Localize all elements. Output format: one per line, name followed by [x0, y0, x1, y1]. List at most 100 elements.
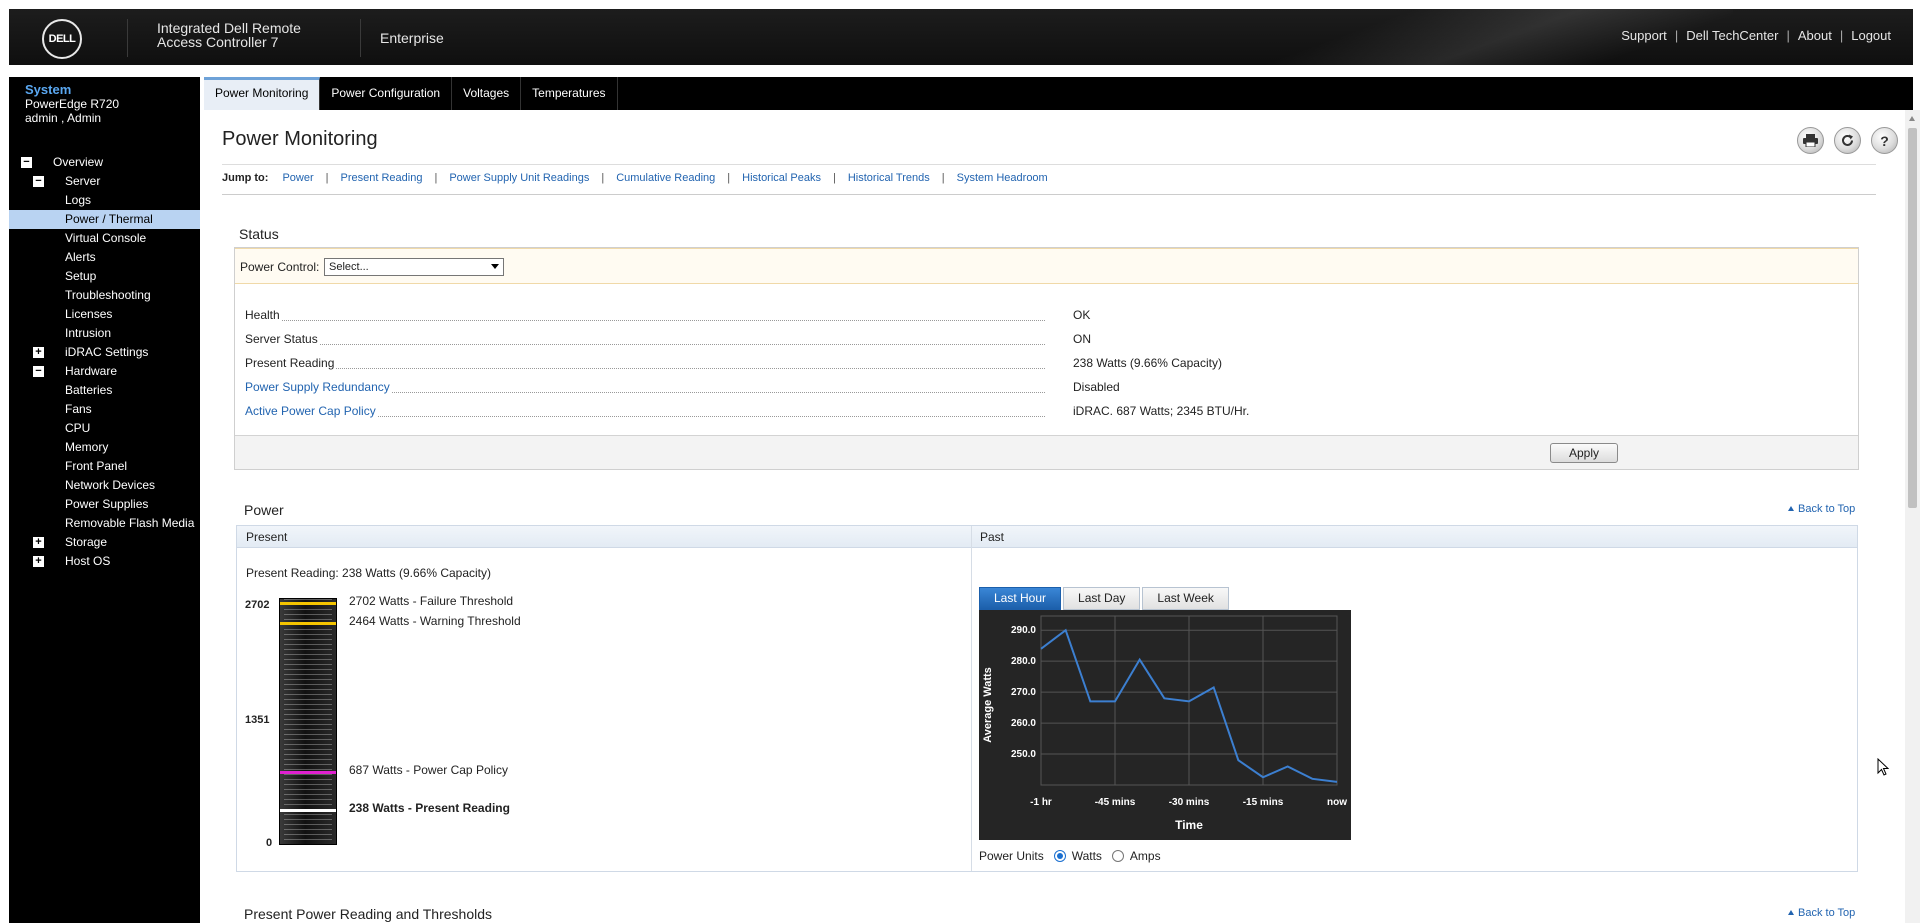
back-to-top-link[interactable]: Back to Top	[1788, 503, 1855, 515]
print-icon[interactable]	[1797, 127, 1824, 154]
scrollbar-thumb[interactable]	[1908, 128, 1917, 508]
status-value-active-power-cap-policy: iDRAC. 687 Watts; 2345 BTU/Hr.	[1073, 404, 1250, 418]
help-icon[interactable]: ?	[1871, 127, 1898, 154]
sidebar-item-label: Power / Thermal	[65, 212, 153, 226]
collapse-icon[interactable]: −	[21, 157, 32, 168]
range-tab-last-day[interactable]: Last Day	[1063, 587, 1141, 610]
header-link-support[interactable]: Support	[1621, 28, 1667, 43]
status-row: Power Supply Redundancy	[245, 380, 1045, 398]
range-tab-last-week[interactable]: Last Week	[1142, 587, 1229, 610]
sidebar-item-power-thermal[interactable]: Power / Thermal	[9, 210, 200, 229]
mouse-cursor-icon	[1877, 758, 1890, 776]
collapse-icon[interactable]: −	[33, 176, 44, 187]
jump-link-historical-peaks[interactable]: Historical Peaks	[742, 172, 821, 184]
jump-separator: |	[601, 172, 605, 184]
gauge-scale	[284, 599, 332, 844]
expand-icon[interactable]: +	[33, 537, 44, 548]
sidebar-item-batteries[interactable]: Batteries	[9, 381, 200, 400]
gauge-marker	[280, 621, 336, 625]
sidebar-item-fans[interactable]: Fans	[9, 400, 200, 419]
status-label-active-power-cap-policy[interactable]: Active Power Cap Policy	[245, 404, 378, 418]
link-separator: |	[1839, 28, 1844, 43]
jump-link-system-headroom[interactable]: System Headroom	[957, 172, 1048, 184]
jump-divider	[222, 194, 1876, 195]
units-radio-watts[interactable]	[1053, 850, 1066, 862]
jump-link-historical-trends[interactable]: Historical Trends	[848, 172, 930, 184]
gauge-marker-label: 238 Watts - Present Reading	[349, 801, 510, 815]
sidebar-item-virtual-console[interactable]: Virtual Console	[9, 229, 200, 248]
sidebar-item-network-devices[interactable]: Network Devices	[9, 476, 200, 495]
sidebar-item-label: Alerts	[65, 250, 96, 264]
system-title[interactable]: System	[25, 82, 200, 97]
refresh-icon[interactable]	[1834, 127, 1861, 154]
gauge-marker	[280, 771, 336, 775]
sidebar-item-overview[interactable]: − Overview	[9, 153, 200, 172]
present-reading-text: Present Reading: 238 Watts (9.66% Capaci…	[246, 566, 492, 580]
power-control-row: Power Control: Select...	[235, 248, 1858, 284]
apply-button[interactable]: Apply	[1550, 443, 1618, 463]
status-label-power-supply-redundancy[interactable]: Power Supply Redundancy	[245, 380, 392, 394]
power-control-select[interactable]: Select...	[324, 258, 504, 276]
sidebar-item-label: Removable Flash Media	[65, 516, 195, 530]
column-divider	[971, 526, 972, 871]
gauge-marker-label: 687 Watts - Power Cap Policy	[349, 763, 508, 778]
gauge-marker	[280, 809, 336, 812]
status-row: Health	[245, 308, 1045, 326]
sidebar-item-alerts[interactable]: Alerts	[9, 248, 200, 267]
page-actions: ?	[1797, 127, 1898, 154]
sidebar-item-label: Setup	[65, 269, 97, 283]
header-link-dell-techcenter[interactable]: Dell TechCenter	[1686, 28, 1778, 43]
sidebar-item-power-supplies[interactable]: Power Supplies	[9, 495, 200, 514]
header-link-about[interactable]: About	[1798, 28, 1832, 43]
sidebar-item-idrac-settings[interactable]: + iDRAC Settings	[9, 343, 200, 362]
sidebar-item-front-panel[interactable]: Front Panel	[9, 457, 200, 476]
sidebar-item-licenses[interactable]: Licenses	[9, 305, 200, 324]
scroll-up-arrow-icon[interactable]	[1909, 116, 1915, 121]
tab-power-configuration[interactable]: Power Configuration	[320, 77, 453, 110]
sidebar-item-cpu[interactable]: CPU	[9, 419, 200, 438]
expand-icon[interactable]: +	[33, 556, 44, 567]
status-value-server-status: ON	[1073, 332, 1091, 346]
sidebar-item-logs[interactable]: Logs	[9, 191, 200, 210]
sidebar-item-removable-flash-media[interactable]: Removable Flash Media	[9, 514, 200, 533]
navigation-tree: − Overview − Server Logs Power / Thermal Virtu…	[9, 153, 200, 571]
gauge-mid-label: 1351	[245, 714, 270, 726]
jump-to-bar: Jump to: Power | Present Reading | Power Supp…	[222, 172, 1048, 184]
power-units-row: Power Units Watts Amps	[979, 849, 1161, 863]
sidebar-item-label: Hardware	[65, 364, 118, 378]
sidebar-item-hardware[interactable]: − Hardware	[9, 362, 200, 381]
expand-icon[interactable]: +	[33, 347, 44, 358]
chart-svg: 250.0 260.0 270.0 280.0 290.0 -1 hr -45 mins -3…	[982, 615, 1347, 832]
jump-link-cumulative-reading[interactable]: Cumulative Reading	[616, 172, 715, 184]
range-tab-last-hour[interactable]: Last Hour	[979, 587, 1062, 610]
sidebar-item-troubleshooting[interactable]: Troubleshooting	[9, 286, 200, 305]
units-radio-amps[interactable]	[1111, 850, 1124, 862]
jump-link-present-reading[interactable]: Present Reading	[341, 172, 423, 184]
power-history-chart: 250.0 260.0 270.0 280.0 290.0 -1 hr -45 mins -3…	[979, 610, 1351, 840]
license-edition: Enterprise	[380, 30, 444, 46]
tab-temperatures[interactable]: Temperatures	[521, 77, 618, 110]
page-scrollbar[interactable]	[1905, 110, 1920, 923]
sidebar-item-host-os[interactable]: + Host OS	[9, 552, 200, 571]
sidebar-item-label: Power Supplies	[65, 497, 149, 511]
power-panel-header: Present Past	[237, 526, 1857, 548]
tab-voltages[interactable]: Voltages	[452, 77, 522, 110]
header-link-logout[interactable]: Logout	[1851, 28, 1891, 43]
back-to-top-link[interactable]: Back to Top	[1788, 907, 1855, 919]
jump-link-power-supply-unit-readings[interactable]: Power Supply Unit Readings	[449, 172, 589, 184]
sidebar-item-memory[interactable]: Memory	[9, 438, 200, 457]
jump-link-power[interactable]: Power	[282, 172, 313, 184]
sidebar-item-intrusion[interactable]: Intrusion	[9, 324, 200, 343]
history-range-tabs: Last Hour Last Day Last Week	[979, 587, 1229, 610]
tab-power-monitoring[interactable]: Power Monitoring	[204, 77, 321, 110]
x-tick-label: -45 mins	[1095, 797, 1136, 808]
y-tick-label: 290.0	[1011, 625, 1036, 636]
sidebar-item-storage[interactable]: + Storage	[9, 533, 200, 552]
link-separator: |	[1674, 28, 1679, 43]
x-tick-label: now	[1327, 797, 1347, 808]
sidebar-item-server[interactable]: − Server	[9, 172, 200, 191]
sidebar-item-setup[interactable]: Setup	[9, 267, 200, 286]
y-tick-label: 280.0	[1011, 656, 1036, 667]
collapse-icon[interactable]: −	[33, 366, 44, 377]
chevron-down-icon	[491, 264, 499, 269]
